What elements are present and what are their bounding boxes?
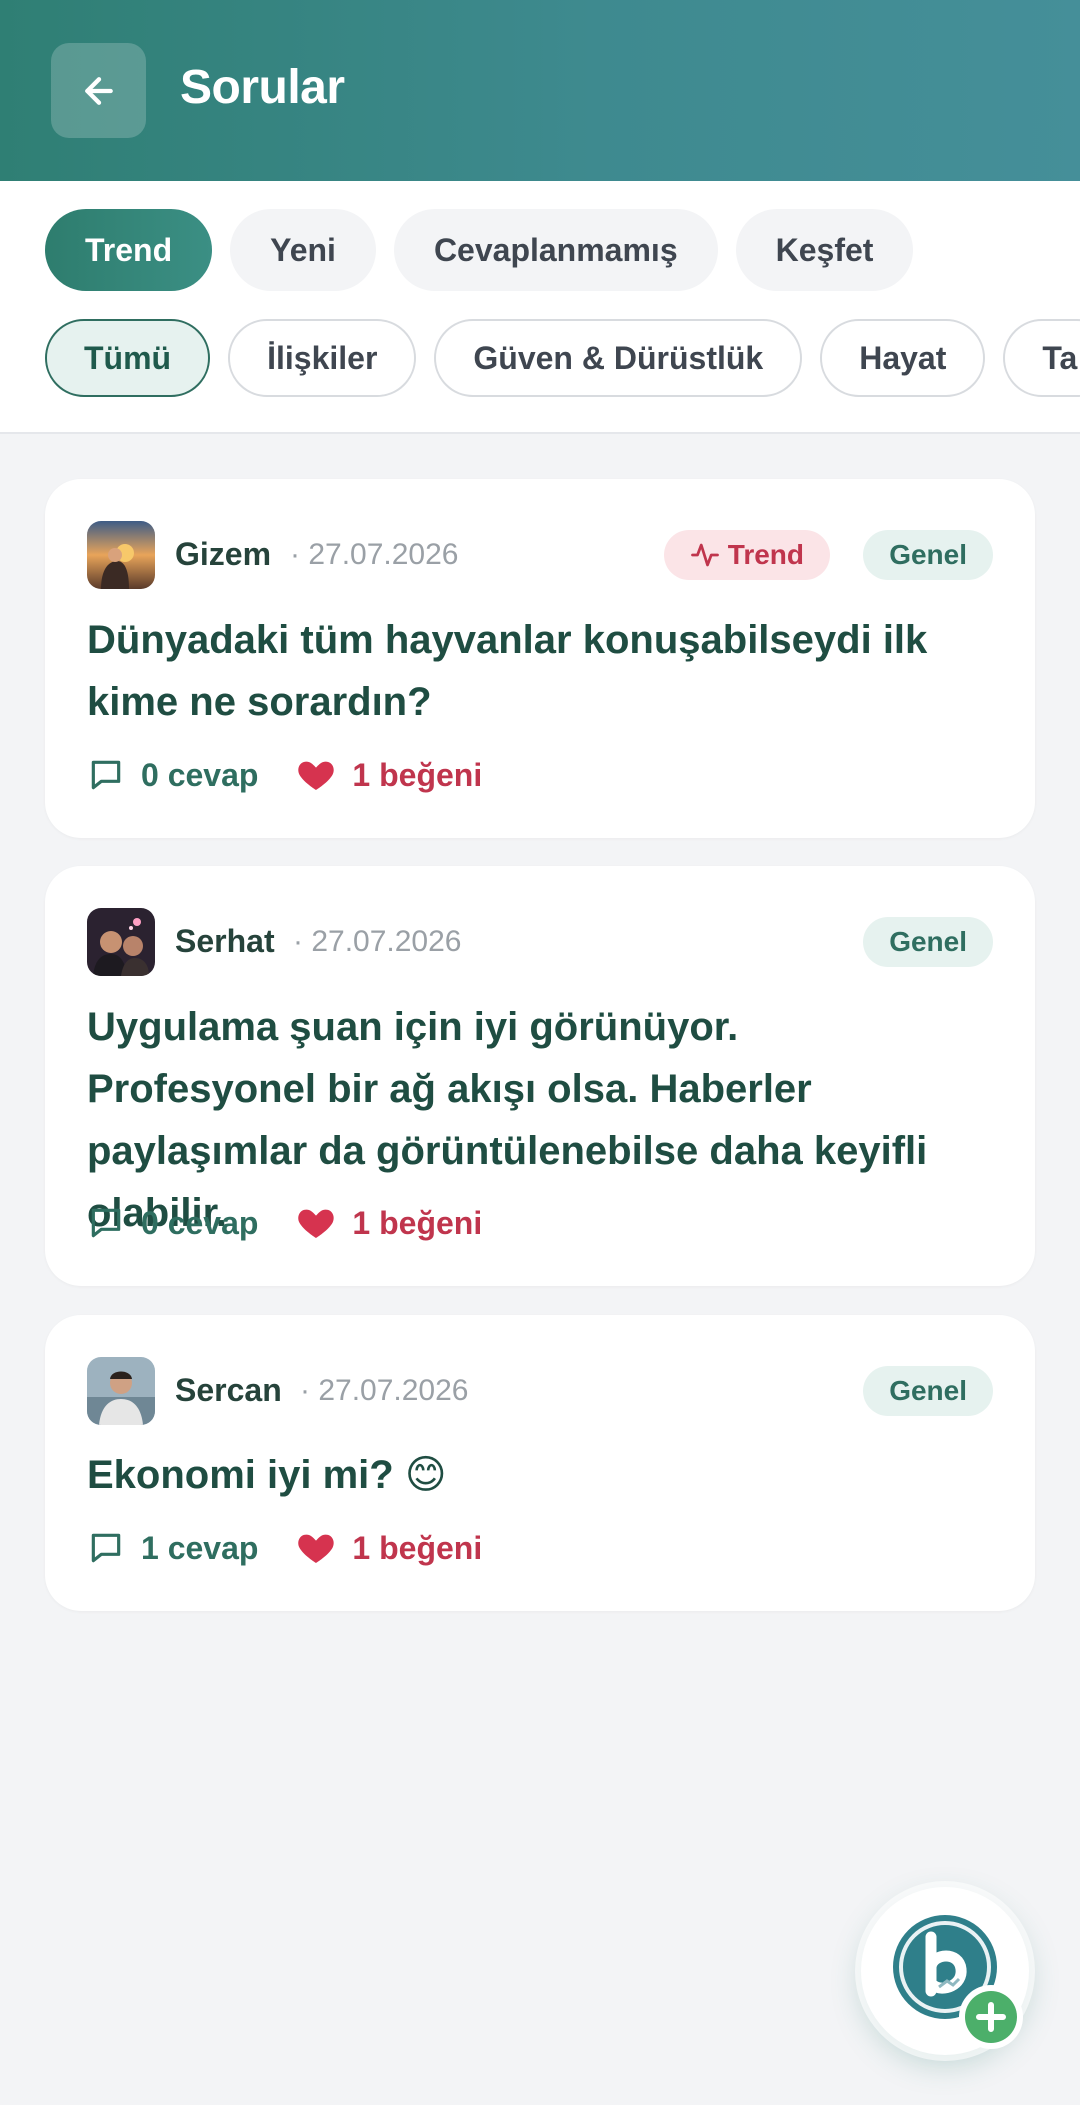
author-name[interactable]: Gizem	[175, 536, 271, 573]
heart-icon	[298, 1209, 335, 1238]
tab-kesfet[interactable]: Keşfet	[735, 209, 914, 291]
post-date: · 27.07.2026	[290, 538, 459, 571]
question-meta: 0 cevap 1 beğeni	[87, 1203, 482, 1243]
likes-label: 1 beğeni	[352, 756, 483, 793]
back-button[interactable]	[51, 43, 146, 138]
app-logo-plus-icon	[893, 1915, 1023, 2049]
sort-tabs: Trend Yeni Cevaplanmamış Keşfet	[45, 209, 914, 291]
author-name[interactable]: Serhat	[175, 923, 275, 960]
author-name[interactable]: Sercan	[175, 1372, 282, 1409]
chat-bubble-icon	[91, 1533, 121, 1563]
question-text[interactable]: Dünyadaki tüm hayvanlar konuşabilseydi i…	[87, 609, 975, 733]
question-text[interactable]: Ekonomi iyi mi? 😊	[87, 1444, 975, 1506]
tab-yeni[interactable]: Yeni	[230, 209, 376, 291]
category-chips: Tümü İlişkiler Güven & Dürüstlük Hayat T…	[45, 319, 1080, 397]
likes-count[interactable]: 1 beğeni	[296, 1528, 482, 1568]
trend-badge-label: Trend	[727, 539, 804, 570]
chat-bubble-icon	[91, 1208, 121, 1238]
category-badge: Genel	[863, 530, 993, 580]
heart-icon	[298, 761, 335, 790]
answers-count[interactable]: 0 cevap	[87, 756, 258, 794]
category-badge: Genel	[863, 1366, 993, 1416]
question-meta: 1 cevap 1 beğeni	[87, 1528, 482, 1568]
post-date: · 27.07.2026	[293, 925, 462, 958]
question-card[interactable]: Gizem · 27.07.2026 Trend Genel Dünyadaki…	[45, 479, 1035, 838]
likes-count[interactable]: 1 beğeni	[296, 1203, 482, 1243]
category-chip-truncated[interactable]: Ta	[1003, 319, 1080, 397]
arrow-left-icon	[84, 76, 113, 105]
category-chip-tumu[interactable]: Tümü	[45, 319, 211, 397]
likes-count[interactable]: 1 beğeni	[296, 755, 482, 795]
post-date: · 27.07.2026	[300, 1374, 469, 1407]
category-badge: Genel	[863, 917, 993, 967]
question-card[interactable]: Serhat · 27.07.2026 Genel Uygulama şuan …	[45, 866, 1035, 1286]
tab-cevaplanmamis[interactable]: Cevaplanmamış	[393, 209, 718, 291]
activity-icon	[690, 543, 719, 567]
filter-bar: Trend Yeni Cevaplanmamış Keşfet Tümü İli…	[0, 181, 1080, 434]
category-chip-hayat[interactable]: Hayat	[820, 319, 986, 397]
answers-count[interactable]: 0 cevap	[87, 1204, 258, 1242]
ask-question-fab[interactable]	[861, 1887, 1029, 2055]
question-card[interactable]: Sercan · 27.07.2026 Genel Ekonomi iyi mi…	[45, 1315, 1035, 1611]
question-meta: 0 cevap 1 beğeni	[87, 755, 482, 795]
heart-icon	[298, 1534, 335, 1563]
category-chip-iliskiler[interactable]: İlişkiler	[228, 319, 417, 397]
answers-label: 0 cevap	[141, 1204, 259, 1241]
avatar[interactable]	[87, 521, 155, 589]
avatar[interactable]	[87, 908, 155, 976]
answers-label: 0 cevap	[141, 756, 259, 793]
answers-count[interactable]: 1 cevap	[87, 1529, 258, 1567]
tab-trend[interactable]: Trend	[45, 209, 213, 291]
top-app-bar: Sorular	[0, 0, 1080, 181]
likes-label: 1 beğeni	[352, 1529, 483, 1566]
answers-label: 1 cevap	[141, 1529, 259, 1566]
page-title: Sorular	[180, 61, 345, 114]
avatar[interactable]	[87, 1357, 155, 1425]
likes-label: 1 beğeni	[352, 1204, 483, 1241]
chat-bubble-icon	[91, 760, 121, 790]
category-chip-guven-durustluk[interactable]: Güven & Dürüstlük	[434, 319, 803, 397]
trend-badge: Trend	[663, 530, 830, 580]
